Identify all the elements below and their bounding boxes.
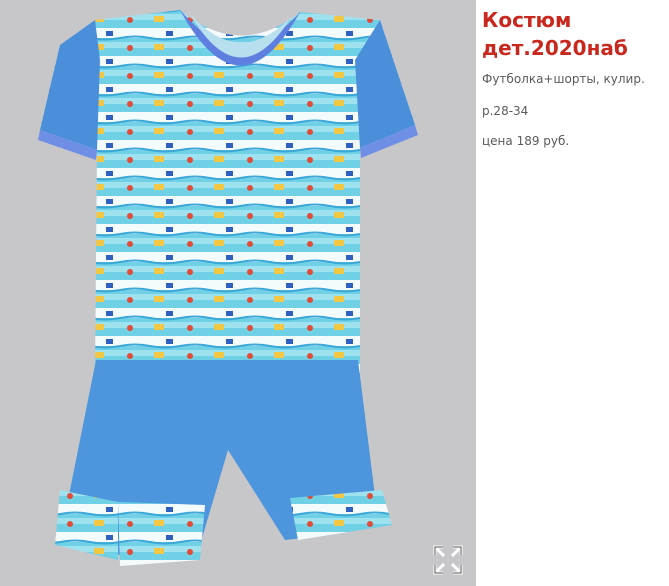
product-info: Костюм дет.2020наб Футболка+шорты, кулир…: [482, 0, 669, 148]
expand-image-button[interactable]: [428, 540, 468, 580]
product-description: Футболка+шорты, кулир.: [482, 72, 645, 86]
product-sizes: р.28-34: [482, 104, 529, 118]
product-title: Костюм дет.2020наб: [482, 6, 669, 62]
product-image: [0, 0, 476, 586]
product-price: цена 189 руб.: [482, 134, 570, 148]
title-line-1: Костюм: [482, 8, 572, 32]
title-line-2: дет.2020наб: [482, 36, 628, 60]
product-photo[interactable]: [0, 0, 476, 586]
expand-arrows-icon: [433, 545, 463, 575]
